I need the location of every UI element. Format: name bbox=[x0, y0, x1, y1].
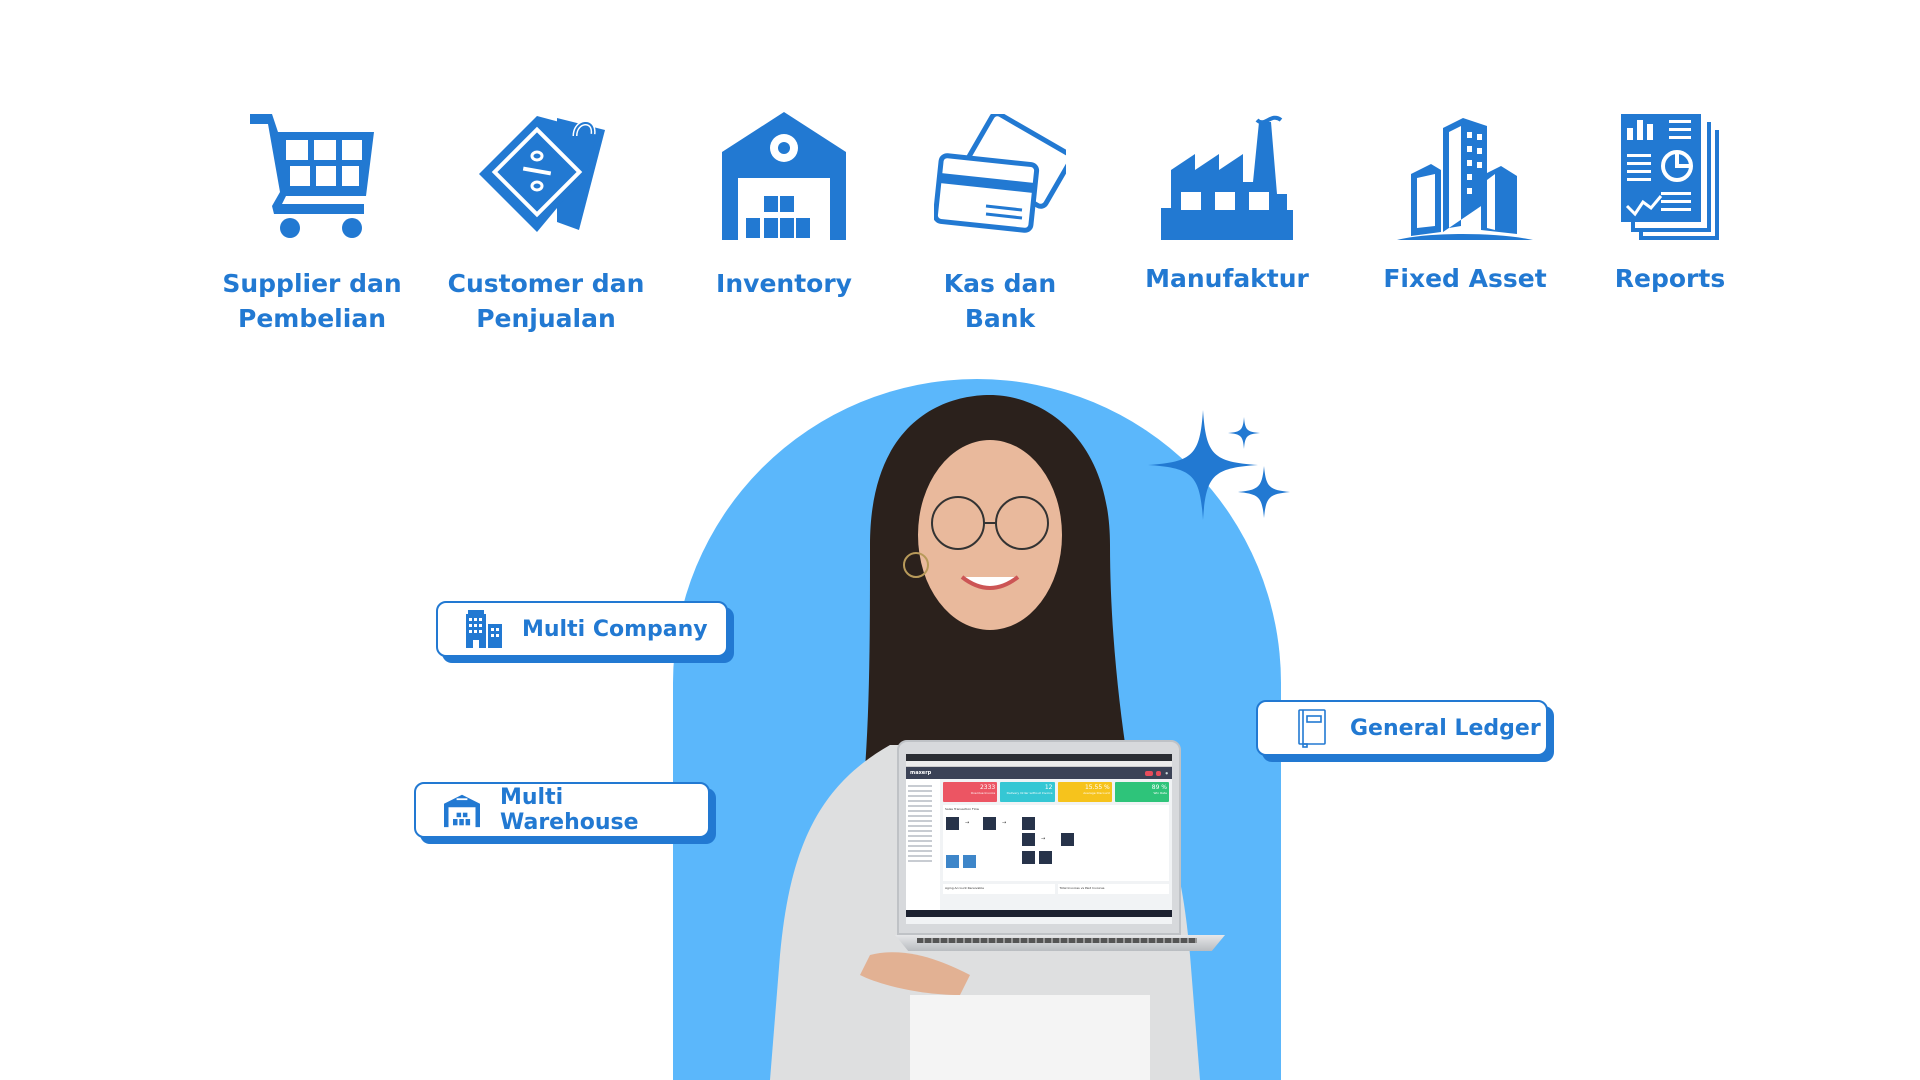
buildings-icon bbox=[1355, 100, 1575, 240]
factory-icon bbox=[1117, 100, 1337, 240]
badge-label: Multi Company bbox=[522, 616, 708, 642]
feature-label: Supplier dan bbox=[222, 269, 402, 298]
warehouse-icon bbox=[444, 790, 480, 830]
stat-card: 2333 Overdue Invoice bbox=[943, 782, 998, 802]
flow-arrow: → bbox=[1002, 820, 1007, 826]
credit-cards-icon bbox=[890, 100, 1110, 240]
sales-transaction-flow: Sales Transaction Flow → → → bbox=[943, 805, 1169, 881]
laptop-keyboard bbox=[917, 938, 1197, 943]
notification-badge bbox=[1156, 770, 1162, 776]
flow-arrow: → bbox=[965, 820, 970, 826]
flow-node bbox=[946, 817, 959, 830]
warehouse-icon bbox=[674, 100, 894, 240]
badge-label: General Ledger bbox=[1350, 715, 1541, 741]
feature-label: Reports bbox=[1614, 264, 1726, 293]
user-menu: ● bbox=[1165, 771, 1168, 775]
flow-node bbox=[1039, 851, 1052, 864]
feature-kas-bank: Kas dan Bank bbox=[890, 100, 1110, 336]
feature-label: Customer dan bbox=[447, 269, 645, 298]
feature-inventory: Inventory bbox=[674, 100, 894, 301]
stat-card: 12 Delivery Order without Invoice bbox=[1000, 782, 1055, 802]
ledger-book-icon bbox=[1294, 708, 1330, 748]
feature-label: Manufaktur bbox=[1145, 264, 1309, 293]
general-ledger-badge: General Ledger bbox=[1256, 700, 1548, 756]
os-taskbar bbox=[906, 910, 1172, 917]
laptop-lid: maxerp ● 2333 Overdue Invoice 12 Delivery … bbox=[897, 740, 1181, 935]
stat-card: 89 % Win Rate bbox=[1114, 782, 1169, 802]
panel-invoices: Total Invoices vs Paid Invoices bbox=[1057, 884, 1169, 894]
feature-label: Fixed Asset bbox=[1383, 264, 1547, 293]
office-building-icon bbox=[466, 609, 502, 649]
laptop: maxerp ● 2333 Overdue Invoice 12 Delivery … bbox=[895, 740, 1225, 975]
panel-title: Sales Transaction Flow bbox=[945, 807, 979, 811]
multi-company-badge: Multi Company bbox=[436, 601, 728, 657]
stat-card: 15.55 % Average Discount bbox=[1057, 782, 1112, 802]
shopping-cart-icon bbox=[202, 100, 422, 240]
flow-node bbox=[963, 855, 976, 868]
flow-node bbox=[1022, 817, 1035, 830]
feature-reports: Reports bbox=[1560, 100, 1780, 296]
feature-label: Inventory bbox=[716, 269, 852, 298]
feature-fixed-asset: Fixed Asset bbox=[1355, 100, 1575, 296]
panel-aging-ar: Aging Account Receivable bbox=[943, 884, 1055, 894]
feature-label: Bank bbox=[964, 304, 1036, 333]
report-document-icon bbox=[1560, 100, 1780, 240]
notification-badge bbox=[1145, 770, 1154, 776]
flow-node bbox=[1022, 833, 1035, 846]
app-sidebar bbox=[906, 779, 940, 910]
feature-label: Kas dan bbox=[943, 269, 1057, 298]
feature-customer-penjualan: Customer dan Penjualan bbox=[436, 100, 656, 336]
app-logo: maxerp bbox=[910, 770, 932, 776]
badge-label: Multi Warehouse bbox=[500, 785, 639, 835]
flow-arrow: → bbox=[1041, 836, 1046, 842]
flow-node bbox=[1061, 833, 1074, 846]
feature-manufaktur: Manufaktur bbox=[1117, 100, 1337, 296]
feature-label: Pembelian bbox=[238, 304, 386, 333]
flow-node bbox=[983, 817, 996, 830]
price-tag-icon bbox=[436, 100, 656, 240]
feature-supplier-pembelian: Supplier dan Pembelian bbox=[202, 100, 422, 336]
app-header: maxerp ● bbox=[906, 767, 1172, 779]
woman-holding-laptop-photo bbox=[770, 395, 1200, 1080]
browser-tab-bar bbox=[906, 754, 1172, 761]
multi-warehouse-badge: Multi Warehouse bbox=[414, 782, 710, 838]
flow-node bbox=[1022, 851, 1035, 864]
laptop-screen: maxerp ● 2333 Overdue Invoice 12 Delivery … bbox=[906, 754, 1172, 924]
feature-label: Penjualan bbox=[476, 304, 616, 333]
flow-node bbox=[946, 855, 959, 868]
